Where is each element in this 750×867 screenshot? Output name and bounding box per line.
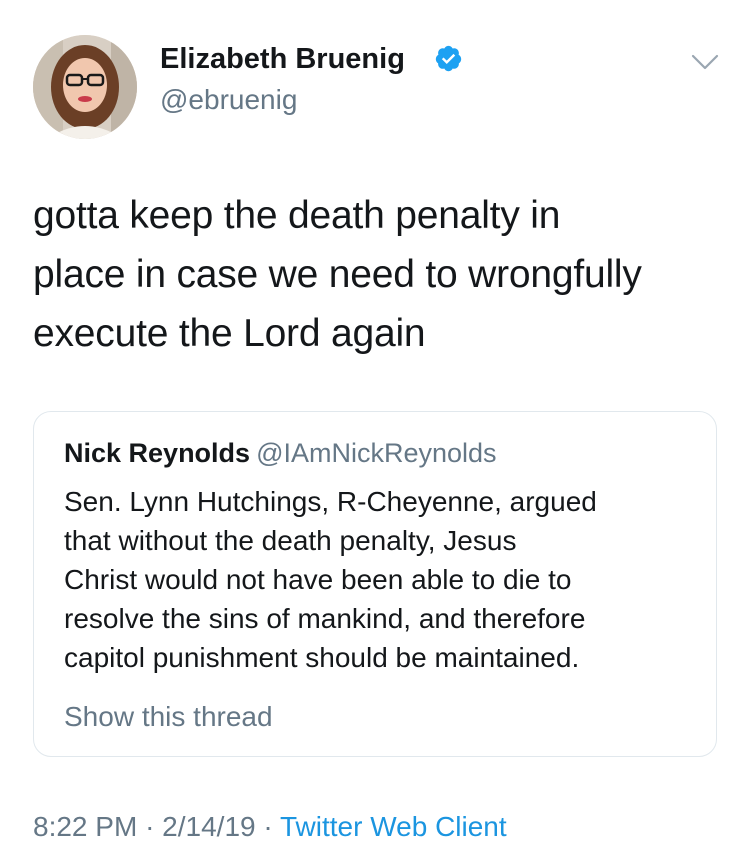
quoted-author-name: Nick Reynolds xyxy=(64,438,251,468)
tweet-text-line: place in case we need to wrongfully xyxy=(33,253,642,296)
avatar[interactable] xyxy=(33,35,137,139)
verified-badge-icon xyxy=(435,45,462,72)
tweet-date[interactable]: 2/14/19 xyxy=(162,811,255,842)
author-handle[interactable]: @ebruenig xyxy=(160,83,297,117)
quoted-text-line: Christ would not have been able to die t… xyxy=(64,564,572,595)
tweet-metadata: 8:22 PM · 2/14/19 · Twitter Web Client xyxy=(33,809,507,845)
tweet-text-line: execute the Lord again xyxy=(33,312,426,355)
quoted-tweet-header: Nick Reynolds @IAmNickReynolds xyxy=(64,435,497,471)
tweet-text: gotta keep the death penalty in place in… xyxy=(33,186,723,363)
tweet: Elizabeth Bruenig @ebruenig gotta keep t… xyxy=(0,0,750,867)
quoted-tweet-text: Sen. Lynn Hutchings, R-Cheyenne, argued … xyxy=(64,482,704,677)
show-thread-link[interactable]: Show this thread xyxy=(64,699,273,735)
tweet-time[interactable]: 8:22 PM xyxy=(33,811,137,842)
tweet-text-line: gotta keep the death penalty in xyxy=(33,194,561,237)
quoted-text-line: that without the death penalty, Jesus xyxy=(64,525,517,556)
quoted-text-line: resolve the sins of mankind, and therefo… xyxy=(64,603,586,634)
meta-separator: · xyxy=(145,811,155,842)
tweet-source-link[interactable]: Twitter Web Client xyxy=(280,811,507,842)
quoted-text-line: capitol punishment should be maintained. xyxy=(64,642,580,673)
quoted-author-handle: @IAmNickReynolds xyxy=(256,438,497,468)
quoted-tweet-card[interactable]: Nick Reynolds @IAmNickReynolds Sen. Lynn … xyxy=(33,411,717,757)
author-name[interactable]: Elizabeth Bruenig xyxy=(160,42,405,76)
meta-separator: · xyxy=(263,811,273,842)
quoted-text-line: Sen. Lynn Hutchings, R-Cheyenne, argued xyxy=(64,486,597,517)
chevron-down-icon[interactable] xyxy=(690,52,720,72)
